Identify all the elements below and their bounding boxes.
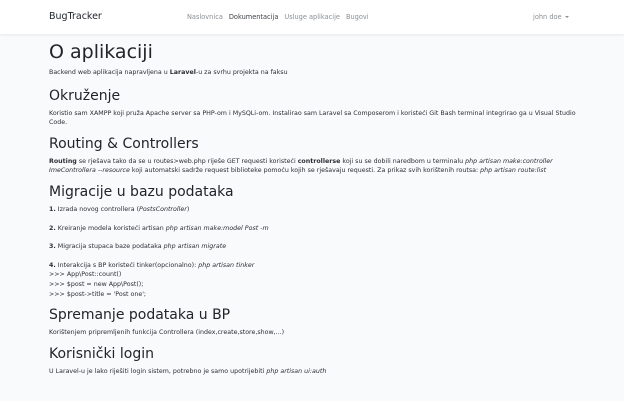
step-number: 3. — [49, 243, 56, 251]
text-login: U Laravel-u je lako riješiti login siste… — [49, 367, 579, 377]
navbar: BugTracker Naslovnica Dokumentacija Uslu… — [0, 0, 624, 34]
nav-link-bugovi[interactable]: Bugovi — [346, 13, 369, 21]
routing-command: php artisan route:list — [480, 167, 547, 175]
step-text: Migracija stupaca baze podataka — [55, 243, 164, 251]
chevron-down-icon — [564, 16, 569, 18]
step-number: 2. — [49, 224, 56, 232]
step-text: Kreiranje modela koristeći artisan — [55, 224, 166, 232]
text-routing: Routing se rješava tako da se u routes>w… — [49, 157, 579, 176]
intro-laravel: Laravel — [169, 69, 196, 76]
login-part: U Laravel-u je lako riješiti login siste… — [49, 367, 267, 375]
heading-spremanje: Spremanje podataka u BP — [49, 307, 231, 324]
step-text: ) — [186, 205, 190, 213]
brand-logo[interactable]: BugTracker — [49, 11, 102, 22]
intro-part: -u za svrhu projekta na faksu — [195, 69, 288, 76]
nav-link-naslovnica[interactable]: Naslovnica — [187, 13, 223, 21]
step-text: Izrada novog controllera ( — [55, 205, 140, 213]
step-text: Interakcija s BP koristeći tinker(opcion… — [55, 261, 199, 269]
routing-part: koji su se dobili naredbom u terminalu — [340, 157, 466, 165]
login-command: php artisan ui:auth — [266, 367, 327, 375]
routing-bold: controllerse — [297, 157, 341, 165]
step-command: php artisan tinker — [198, 261, 255, 269]
heading-login: Korisnički login — [49, 345, 154, 362]
migration-step-1: 1. Izrada novog controllera (PostsContro… — [49, 205, 579, 215]
migration-step-3: 3. Migracija stupaca baze podataka php a… — [49, 242, 579, 252]
routing-part: se rješava tako da se u routes>web.php r… — [76, 157, 298, 165]
text-okruzenje: Koristio sam XAMPP koji pruža Apache ser… — [49, 109, 576, 127]
step-command: php artisan migrate — [163, 243, 227, 251]
heading-migracije: Migracije u bazu podataka — [49, 183, 234, 200]
step-command: PostsController — [139, 205, 187, 213]
routing-bold: Routing — [49, 157, 77, 165]
text-spremanje: Korištenjem pripremljenih funkcija Contr… — [49, 329, 285, 337]
tinker-code-line: >>> $post->title = 'Post one'; — [49, 290, 147, 298]
tinker-code-line: >>> $post = new App\Post(); — [49, 280, 144, 288]
nav-link-usluge[interactable]: Usluge aplikacije — [284, 13, 340, 21]
step-command: php artisan make:model Post -m — [165, 224, 269, 232]
main-content: O aplikaciji Backend web aplikacija napr… — [49, 40, 579, 376]
intro-part: Backend web aplikacija napravljena u — [49, 69, 170, 76]
intro-text: Backend web aplikacija napravljena u Lar… — [49, 68, 579, 78]
migration-step-2: 2. Kreiranje modela koristeći artisan ph… — [49, 224, 579, 234]
user-name: john doe — [533, 13, 562, 21]
tinker-code-line: >>> App\Post::count() — [49, 271, 122, 279]
nav-links: Naslovnica Dokumentacija Usluge aplikaci… — [187, 13, 369, 21]
heading-okruzenje: Okruženje — [49, 87, 121, 104]
routing-part: koji automatski sadrže request bibliotek… — [129, 167, 481, 175]
heading-routing: Routing & Controllers — [49, 135, 199, 152]
page-title: O aplikaciji — [49, 41, 153, 63]
user-dropdown[interactable]: john doe — [533, 13, 569, 21]
step-number: 1. — [49, 205, 56, 213]
step-number: 4. — [49, 261, 56, 269]
migration-step-4: 4. Interakcija s BP koristeći tinker(opc… — [49, 261, 579, 271]
nav-link-dokumentacija[interactable]: Dokumentacija — [229, 13, 279, 21]
